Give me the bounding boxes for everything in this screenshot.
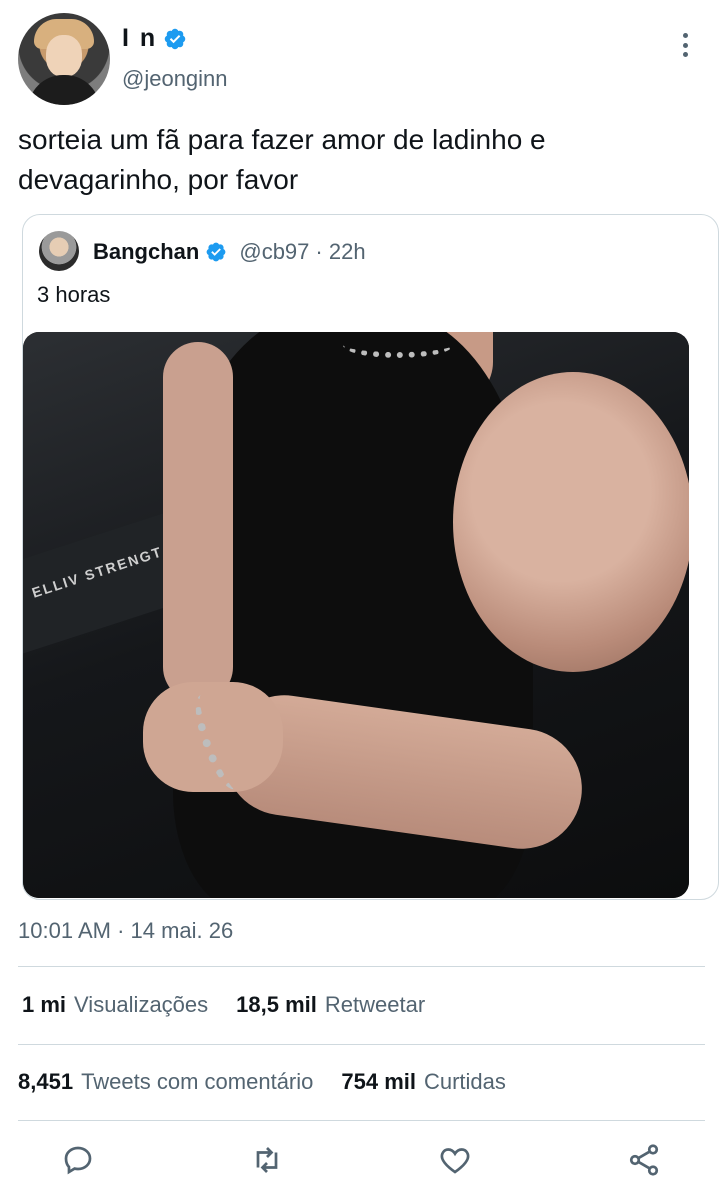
stat-views[interactable]: 1 mi Visualizações	[22, 992, 208, 1018]
separator	[18, 1044, 705, 1045]
more-dot	[682, 52, 688, 57]
tweet-text: sorteia um fã para fazer amor de ladinho…	[18, 124, 546, 195]
retweets-count: 18,5 mil	[236, 992, 317, 1017]
reply-icon	[64, 1146, 92, 1175]
avatar-face	[46, 35, 82, 77]
quoted-tweet-time: · 22h	[315, 239, 366, 264]
author-avatar[interactable]	[18, 13, 110, 105]
author-name-row: I n	[122, 24, 187, 53]
quoted-author-name[interactable]: Bangchan	[93, 239, 199, 265]
avatar-body	[28, 75, 100, 105]
more-dot	[682, 33, 688, 38]
likes-label: Curtidas	[423, 1069, 506, 1094]
likes-count: 754 mil	[341, 1069, 416, 1094]
views-count: 1 mi	[22, 992, 67, 1017]
photo-necklace	[343, 332, 453, 358]
share-button[interactable]	[624, 1140, 664, 1180]
tweet-timestamp[interactable]: 10:01 AM · 14 mai. 26	[18, 918, 233, 944]
stats-row-views-retweets: 1 mi Visualizações 18,5 mil Retweetar	[22, 992, 453, 1018]
retweet-icon	[256, 1147, 278, 1173]
photo-right-arm	[453, 372, 689, 672]
quoted-tweet-card[interactable]: Bangchan @cb97 · 22h 3 horas ELLIV STREN…	[22, 214, 719, 900]
more-options-icon[interactable]	[672, 30, 698, 60]
stat-quote-tweets[interactable]: 8,451 Tweets com comentário	[18, 1069, 313, 1095]
tweet-action-bar	[0, 1140, 723, 1188]
like-button[interactable]	[435, 1140, 475, 1180]
quoted-author-avatar[interactable]	[39, 231, 79, 271]
quoted-author-handle[interactable]: @cb97	[239, 239, 309, 265]
verified-badge-icon	[164, 28, 186, 49]
share-icon	[629, 1144, 659, 1176]
stat-likes[interactable]: 754 mil Curtidas	[341, 1069, 506, 1095]
quote-tweets-count: 8,451	[18, 1069, 74, 1094]
separator	[18, 966, 705, 967]
like-icon	[440, 1148, 470, 1174]
photo-left-arm	[163, 342, 233, 702]
retweet-button[interactable]	[247, 1140, 287, 1180]
quoted-tweet-photo[interactable]: ELLIV STRENGT	[23, 332, 689, 898]
author-handle[interactable]: @jeonginn	[122, 66, 228, 92]
reply-button[interactable]	[58, 1140, 98, 1180]
quoted-author-row: Bangchan @cb97 · 22h	[93, 239, 366, 265]
quote-tweets-label: Tweets com comentário	[81, 1069, 314, 1094]
verified-badge-icon	[206, 242, 226, 262]
views-label: Visualizações	[74, 992, 209, 1017]
separator	[18, 1120, 705, 1121]
retweets-label: Retweetar	[324, 992, 426, 1017]
more-dot	[682, 42, 688, 48]
stat-retweets[interactable]: 18,5 mil Retweetar	[236, 992, 425, 1018]
quoted-tweet-text: 3 horas	[37, 282, 111, 307]
stats-row-replies-likes: 8,451 Tweets com comentário 754 mil Curt…	[18, 1069, 534, 1095]
author-display-name[interactable]: I n	[122, 24, 157, 53]
